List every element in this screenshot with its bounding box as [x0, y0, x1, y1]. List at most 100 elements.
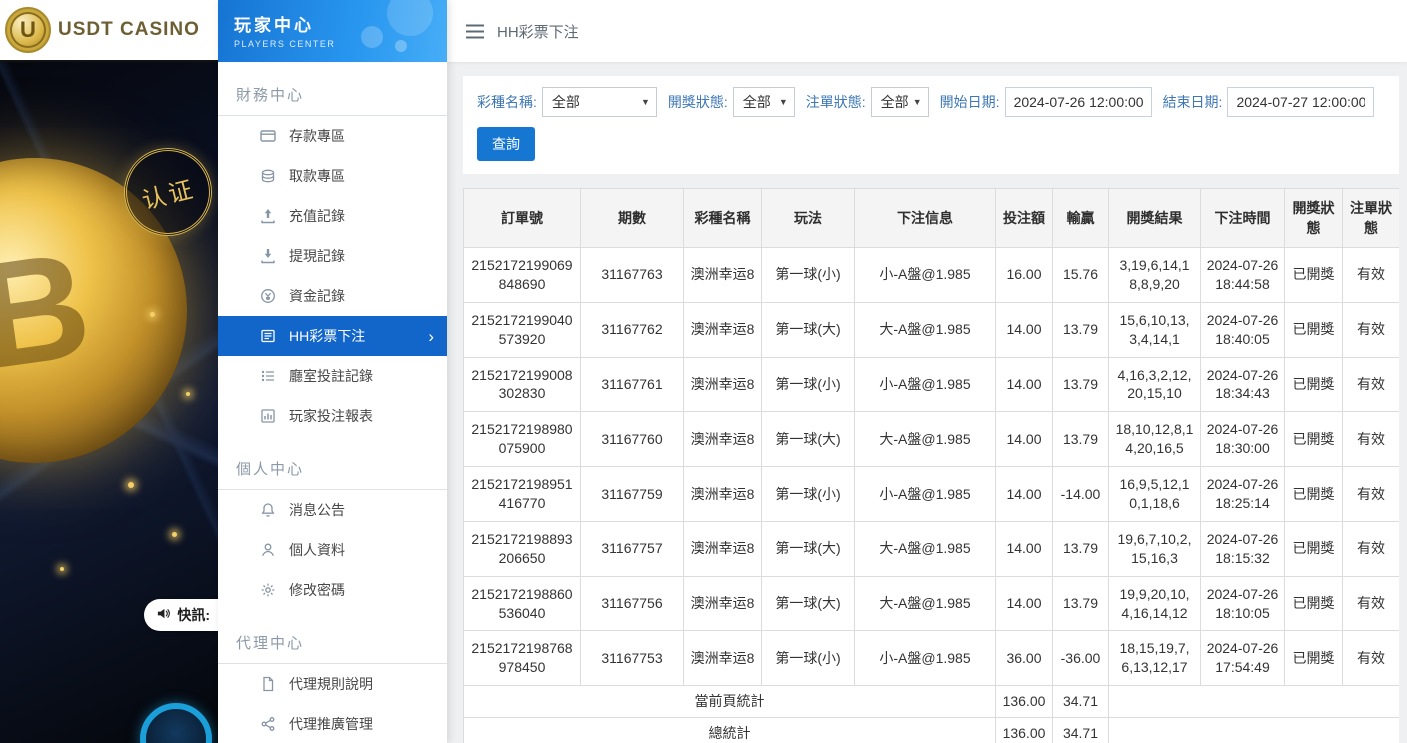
order-status-label: 注單狀態: [806, 92, 866, 112]
cell-play-type: 第一球(大) [762, 576, 855, 631]
cell-play-type: 第一球(大) [762, 521, 855, 576]
order-status-select[interactable]: 全部 ▼ [871, 87, 929, 117]
lottery-type-select[interactable]: 全部 ▼ [542, 87, 657, 117]
sidebar-item-label: 玩家投注報表 [289, 406, 373, 426]
cell-win-loss: 15.76 [1053, 248, 1109, 303]
cell-bet-info: 大-A盤@1.985 [855, 521, 996, 576]
cell-draw-status: 已開獎 [1285, 521, 1343, 576]
cell-bet-info: 大-A盤@1.985 [855, 576, 996, 631]
start-date-label: 開始日期: [940, 92, 1000, 112]
cell-play-type: 第一球(小) [762, 248, 855, 303]
lottery-type-value: 全部 [552, 92, 580, 112]
sidebar-item[interactable]: 玩家投注報表 [218, 396, 447, 436]
bell-icon [260, 502, 276, 518]
cell-win-loss: -36.00 [1053, 631, 1109, 686]
cell-bet-amount: 14.00 [996, 357, 1053, 412]
start-date-input[interactable] [1005, 87, 1152, 117]
lottery-type-label: 彩種名稱: [477, 92, 537, 112]
summary-bet-total: 136.00 [996, 686, 1053, 718]
sidebar-item[interactable]: 存款專區 [218, 116, 447, 156]
sidebar-item[interactable]: 資金記錄 [218, 276, 447, 316]
sidebar-item[interactable]: 取款專區 [218, 156, 447, 196]
sidebar-item[interactable]: HH彩票下注› [218, 316, 447, 356]
cell-bet-amount: 14.00 [996, 467, 1053, 522]
end-date-label: 結束日期: [1163, 92, 1223, 112]
draw-status-select[interactable]: 全部 ▼ [733, 87, 795, 117]
cell-order-no: 2152172199040573920 [464, 302, 581, 357]
cell-bet-time: 2024-07-26 18:25:14 [1201, 467, 1285, 522]
sidebar-item-label: 廳室投註記錄 [289, 366, 373, 386]
cell-win-loss: 13.79 [1053, 357, 1109, 412]
section-title: 代理中心 [218, 626, 447, 664]
cell-draw-status: 已開獎 [1285, 412, 1343, 467]
sidebar: 玩家中心 PLAYERS CENTER 財務中心存款專區取款專區充值記錄提現記錄… [218, 0, 447, 743]
cell-order-status: 有效 [1343, 412, 1400, 467]
cell-bet-amount: 14.00 [996, 521, 1053, 576]
sidebar-item[interactable]: 個人資料 [218, 530, 447, 570]
cell-order-no: 2152172198980075900 [464, 412, 581, 467]
cell-order-no: 2152172198893206650 [464, 521, 581, 576]
sidebar-item[interactable]: 廳室投註記錄 [218, 356, 447, 396]
menu-toggle-icon[interactable] [466, 24, 484, 39]
chevron-right-icon: › [428, 328, 434, 345]
sidebar-item[interactable]: 充值記錄 [218, 196, 447, 236]
search-button[interactable]: 查詢 [477, 127, 535, 161]
col-lottery-name: 彩種名稱 [684, 189, 762, 248]
cell-order-status: 有效 [1343, 467, 1400, 522]
sidebar-header: 玩家中心 PLAYERS CENTER [218, 0, 447, 62]
cell-order-no: 2152172198951416770 [464, 467, 581, 522]
cell-lottery-name: 澳洲幸运8 [684, 412, 762, 467]
cell-order-no: 2152172199008302830 [464, 357, 581, 412]
sidebar-item[interactable]: 消息公告 [218, 490, 447, 530]
sparkle-dot [128, 482, 134, 488]
summary-empty [1109, 718, 1400, 743]
cell-bet-time: 2024-07-26 18:34:43 [1201, 357, 1285, 412]
sidebar-item-label: 個人資料 [289, 540, 345, 560]
summary-label: 總統計 [464, 718, 996, 743]
cell-bet-time: 2024-07-26 18:30:00 [1201, 412, 1285, 467]
sidebar-item-label: 消息公告 [289, 500, 345, 520]
promo-panel: U USDT CASINO B 认证 快訊: [0, 0, 218, 743]
cell-bet-info: 小-A盤@1.985 [855, 631, 996, 686]
summary-win-loss: 34.71 [1053, 718, 1109, 743]
cell-play-type: 第一球(小) [762, 357, 855, 412]
cell-bet-time: 2024-07-26 18:15:32 [1201, 521, 1285, 576]
cell-lottery-name: 澳洲幸运8 [684, 467, 762, 522]
cell-period: 31167760 [581, 412, 684, 467]
sparkle-dot [60, 567, 64, 571]
cell-draw-result: 3,19,6,14,18,8,9,20 [1109, 248, 1201, 303]
speaker-icon [156, 606, 171, 624]
sidebar-item[interactable]: 提現記錄 [218, 236, 447, 276]
cell-bet-info: 小-A盤@1.985 [855, 248, 996, 303]
summary-empty [1109, 686, 1400, 718]
cell-lottery-name: 澳洲幸运8 [684, 521, 762, 576]
sidebar-item-label: 充值記錄 [289, 206, 345, 226]
col-play-type: 玩法 [762, 189, 855, 248]
report-chart-icon [260, 408, 276, 424]
bets-table-card: 訂單號期數彩種名稱玩法下注信息投注額輸贏開獎結果下注時間開獎狀態注單狀態2152… [463, 188, 1399, 743]
recharge-record-icon [260, 208, 276, 224]
cell-order-no: 2152172198768978450 [464, 631, 581, 686]
deposit-card-icon [260, 128, 276, 144]
cell-draw-status: 已開獎 [1285, 357, 1343, 412]
draw-status-label: 開獎狀態: [668, 92, 728, 112]
sidebar-item[interactable]: 代理規則說明 [218, 664, 447, 704]
summary-bet-total: 136.00 [996, 718, 1053, 743]
cell-bet-info: 小-A盤@1.985 [855, 467, 996, 522]
sidebar-item[interactable]: 修改密碼 [218, 570, 447, 610]
cell-bet-time: 2024-07-26 18:40:05 [1201, 302, 1285, 357]
brand-logo: U USDT CASINO [0, 0, 218, 62]
coin-letter: U [20, 17, 36, 43]
cell-play-type: 第一球(大) [762, 412, 855, 467]
summary-label: 當前頁統計 [464, 686, 996, 718]
sidebar-item-label: 存款專區 [289, 126, 345, 146]
cell-lottery-name: 澳洲幸运8 [684, 248, 762, 303]
table-row: 215217219876897845031167753澳洲幸运8第一球(小)小-… [464, 631, 1400, 686]
cell-order-status: 有效 [1343, 302, 1400, 357]
sidebar-item[interactable]: 代理推廣管理 [218, 704, 447, 743]
end-date-input[interactable] [1227, 87, 1374, 117]
cell-lottery-name: 澳洲幸运8 [684, 302, 762, 357]
sparkle-dot [186, 392, 190, 396]
sidebar-menu: 財務中心存款專區取款專區充值記錄提現記錄資金記錄HH彩票下注›廳室投註記錄玩家投… [218, 62, 447, 743]
table-row: 215217219886053604031167756澳洲幸运8第一球(大)大-… [464, 576, 1400, 631]
